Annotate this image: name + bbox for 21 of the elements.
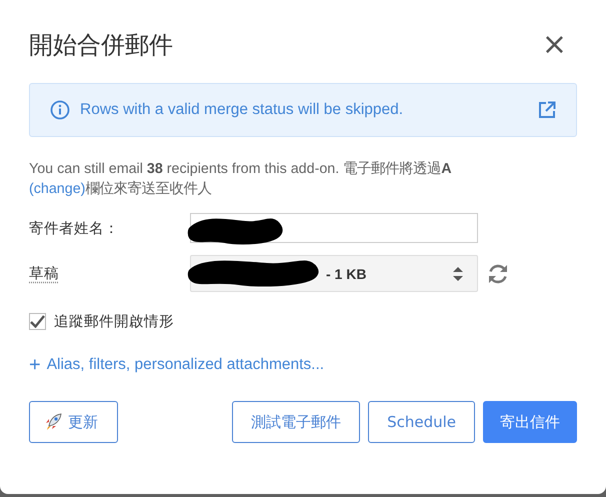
refresh-icon[interactable] <box>486 262 510 286</box>
field-label: 草稿 <box>29 265 60 283</box>
quota-message: You can still email 38 recipients from this add-on. 電子郵件將透過A (change)欄位來寄送至收件人 <box>29 160 453 199</box>
send-button[interactable]: 寄出信件 <box>483 401 577 443</box>
rocket-icon <box>44 413 62 431</box>
close-button[interactable]: × <box>542 30 577 60</box>
sort-arrows-icon <box>453 266 463 280</box>
checkbox-label: 追蹤郵件開啟情形 <box>54 313 174 331</box>
draft-select[interactable]: - 1 KB <box>190 255 478 292</box>
update-button[interactable]: 更新 <box>29 401 118 443</box>
more-options-link[interactable]: + Alias, filters, personalized attachments... <box>29 355 324 375</box>
info-message: Rows with a valid merge status will be skipped. <box>80 101 404 119</box>
action-button[interactable]: Schedule <box>368 401 475 443</box>
info-icon <box>50 100 70 120</box>
change-link[interactable]: (change) <box>29 181 86 197</box>
open-external-icon[interactable] <box>538 101 556 119</box>
field-label: 寄件者姓名： <box>29 220 120 238</box>
checkbox[interactable] <box>29 313 46 330</box>
action-button[interactable]: 測試電子郵件 <box>232 401 360 443</box>
sender-name-field[interactable] <box>190 213 478 243</box>
dialog-title: 開始合併郵件 <box>29 30 173 61</box>
